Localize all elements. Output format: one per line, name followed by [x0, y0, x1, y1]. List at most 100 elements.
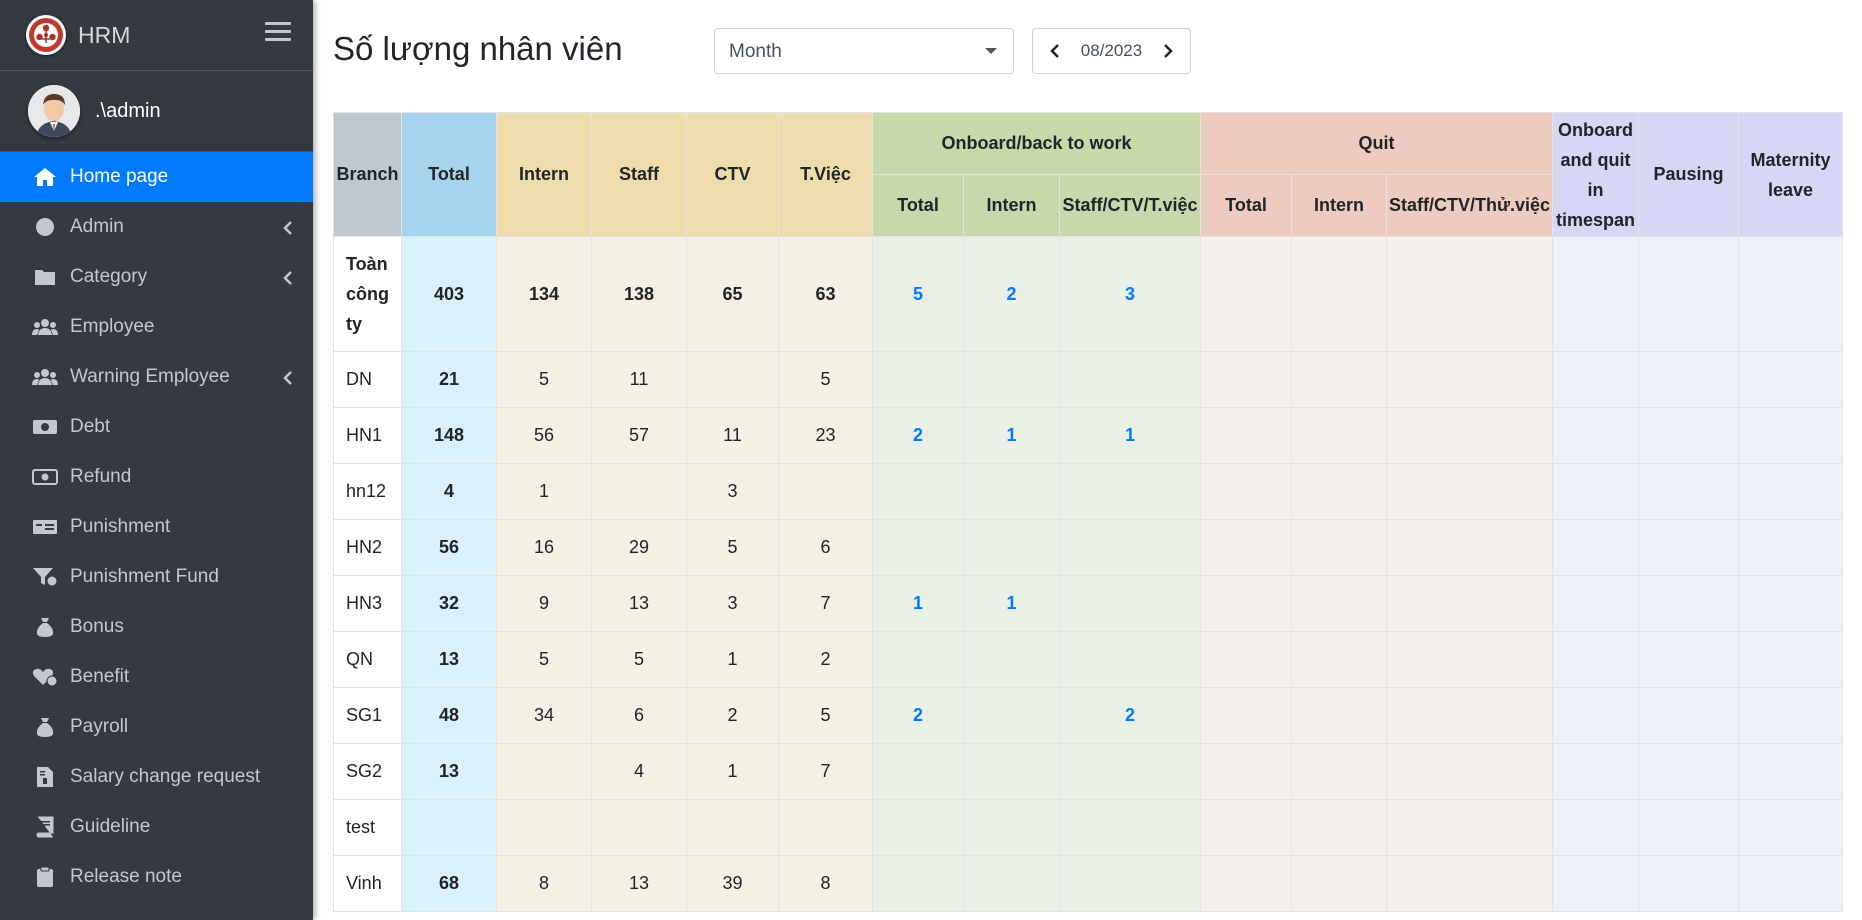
- cell-on-intern[interactable]: 1: [963, 407, 1060, 464]
- cell-on-intern: [963, 799, 1060, 856]
- sidebar-item-label: Benefit: [70, 666, 130, 687]
- cell-tviec: 23: [778, 407, 873, 464]
- book-icon: [32, 816, 58, 838]
- cell-total: 48: [401, 687, 497, 744]
- cell-quit-intern: [1291, 407, 1388, 464]
- file-invoice-dollar-icon: [32, 766, 58, 788]
- cell-on-intern: [963, 855, 1060, 912]
- cell-on-intern: [963, 351, 1060, 408]
- sidebar-item-warning-employee[interactable]: Warning Employee: [0, 352, 313, 402]
- cell-total: 148: [401, 407, 497, 464]
- sidebar-item-release-note[interactable]: Release note: [0, 852, 313, 902]
- cell-quit-total: [1200, 799, 1293, 856]
- cell-quit-intern: [1291, 351, 1388, 408]
- brand[interactable]: HRM: [0, 0, 313, 71]
- cell-ctv: 65: [686, 236, 779, 352]
- cell-on-staff[interactable]: 1: [1058, 407, 1202, 464]
- current-month: 08/2023: [1080, 41, 1143, 60]
- sidebar-item-salary-change-request[interactable]: Salary change request: [0, 752, 313, 802]
- cell-intern: 9: [496, 575, 592, 632]
- cell-on-staff[interactable]: 2: [1058, 687, 1202, 744]
- cell-maternity: [1738, 631, 1844, 688]
- sidebar-item-admin[interactable]: Admin: [0, 202, 313, 252]
- prev-month-button[interactable]: [1045, 41, 1065, 61]
- sidebar-nav: Home page Admin Category Employee Warnin…: [0, 152, 313, 902]
- cell-on-total[interactable]: 1: [872, 575, 964, 632]
- cell-on-staff[interactable]: 3: [1058, 236, 1202, 352]
- cell-on-intern: [963, 519, 1060, 576]
- cell-quit-intern: [1291, 855, 1388, 912]
- cell-quit-staff: [1386, 799, 1554, 856]
- sidebar-item-label: Category: [70, 266, 148, 287]
- money-bill-icon: [32, 466, 58, 488]
- cell-total: 32: [401, 575, 497, 632]
- menu-toggle-icon[interactable]: [265, 22, 291, 46]
- sidebar-item-category[interactable]: Category: [0, 252, 313, 302]
- cell-intern: 1: [496, 463, 592, 520]
- col-header-quit-total: Total: [1200, 174, 1293, 237]
- cell-total: 13: [401, 631, 497, 688]
- cell-quit-total: [1200, 407, 1293, 464]
- next-month-button[interactable]: [1158, 41, 1178, 61]
- cell-branch: QN: [333, 631, 402, 688]
- cell-on-intern: [963, 743, 1060, 800]
- cell-staff: 29: [591, 519, 687, 576]
- cell-maternity: [1738, 351, 1844, 408]
- sidebar-item-punishment[interactable]: Punishment: [0, 502, 313, 552]
- cell-onquit: [1552, 575, 1640, 632]
- sidebar-item-bonus[interactable]: Bonus: [0, 602, 313, 652]
- cell-pausing: [1638, 463, 1740, 520]
- cell-quit-staff: [1386, 519, 1554, 576]
- cell-on-total[interactable]: 5: [872, 236, 964, 352]
- period-select[interactable]: Month: [714, 28, 1014, 74]
- cell-pausing: [1638, 799, 1740, 856]
- sidebar-item-payroll[interactable]: Payroll: [0, 702, 313, 752]
- employee-count-table-wrapper: Branch Total Intern Staff CTV T.Việc Onb…: [333, 112, 1844, 912]
- col-header-maternity: Maternity leave: [1738, 112, 1844, 237]
- sidebar-item-guideline[interactable]: Guideline: [0, 802, 313, 852]
- cell-quit-total: [1200, 743, 1293, 800]
- cell-on-total[interactable]: 2: [872, 407, 964, 464]
- chevron-left-icon: [283, 269, 293, 291]
- sidebar-item-punishment-fund[interactable]: Punishment Fund: [0, 552, 313, 602]
- sidebar-item-benefit[interactable]: Benefit: [0, 652, 313, 702]
- cell-on-staff: [1058, 631, 1202, 688]
- employee-count-table: Branch Total Intern Staff CTV T.Việc Onb…: [333, 112, 1844, 912]
- cell-on-staff: [1058, 799, 1202, 856]
- cell-branch: SG2: [333, 743, 402, 800]
- cell-staff: 13: [591, 575, 687, 632]
- cell-pausing: [1638, 351, 1740, 408]
- sidebar-item-employee[interactable]: Employee: [0, 302, 313, 352]
- sidebar-item-refund[interactable]: Refund: [0, 452, 313, 502]
- cell-total: 56: [401, 519, 497, 576]
- cell-on-intern: [963, 463, 1060, 520]
- col-header-pausing: Pausing: [1638, 112, 1740, 237]
- col-header-branch: Branch: [333, 112, 402, 237]
- sidebar-item-home[interactable]: Home page: [0, 152, 313, 202]
- cell-on-intern[interactable]: 2: [963, 236, 1060, 352]
- page-title: Số lượng nhân viên: [333, 30, 623, 67]
- folder-icon: [32, 266, 58, 288]
- sidebar-item-label: Salary change request: [70, 766, 261, 787]
- home-icon: [32, 166, 58, 188]
- cell-pausing: [1638, 855, 1740, 912]
- cell-ctv: 1: [686, 743, 779, 800]
- cell-intern: 56: [496, 407, 592, 464]
- users-icon: [32, 366, 58, 388]
- sidebar-item-label: Payroll: [70, 716, 129, 737]
- cell-onquit: [1552, 855, 1640, 912]
- sidebar-item-debt[interactable]: Debt: [0, 402, 313, 452]
- col-header-tviec: T.Việc: [778, 112, 873, 237]
- cell-maternity: [1738, 855, 1844, 912]
- cell-tviec: [778, 799, 873, 856]
- user-panel[interactable]: .\admin: [0, 71, 313, 152]
- cell-quit-staff: [1386, 855, 1554, 912]
- cell-on-total[interactable]: 2: [872, 687, 964, 744]
- cell-on-staff: [1058, 463, 1202, 520]
- cell-pausing: [1638, 575, 1740, 632]
- cell-pausing: [1638, 743, 1740, 800]
- cell-on-intern[interactable]: 1: [963, 575, 1060, 632]
- cell-tviec: 8: [778, 855, 873, 912]
- cell-tviec: 5: [778, 351, 873, 408]
- period-select-value: Month: [729, 41, 782, 62]
